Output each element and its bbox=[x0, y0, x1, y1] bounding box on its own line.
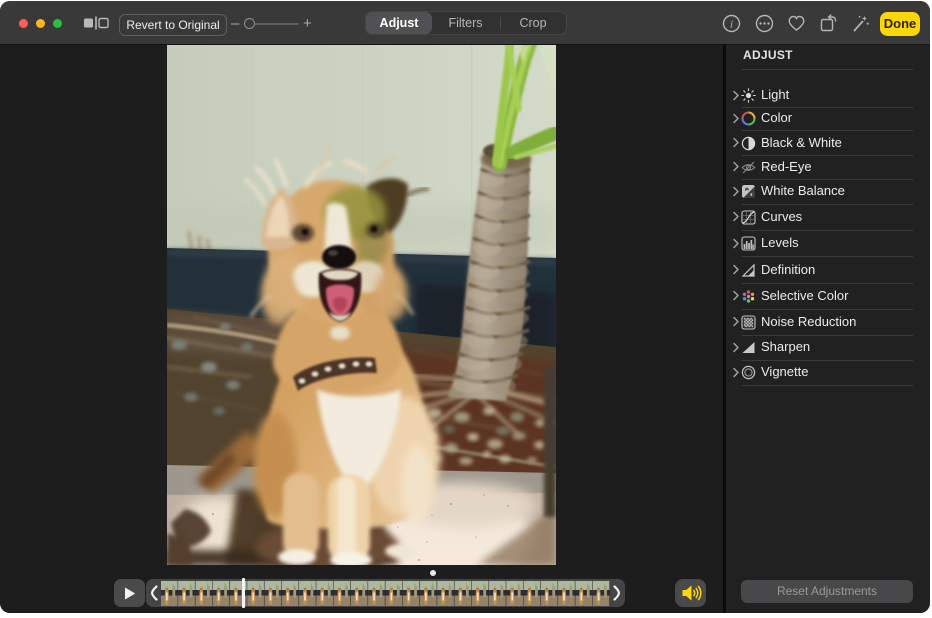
svg-text:i: i bbox=[730, 19, 733, 31]
